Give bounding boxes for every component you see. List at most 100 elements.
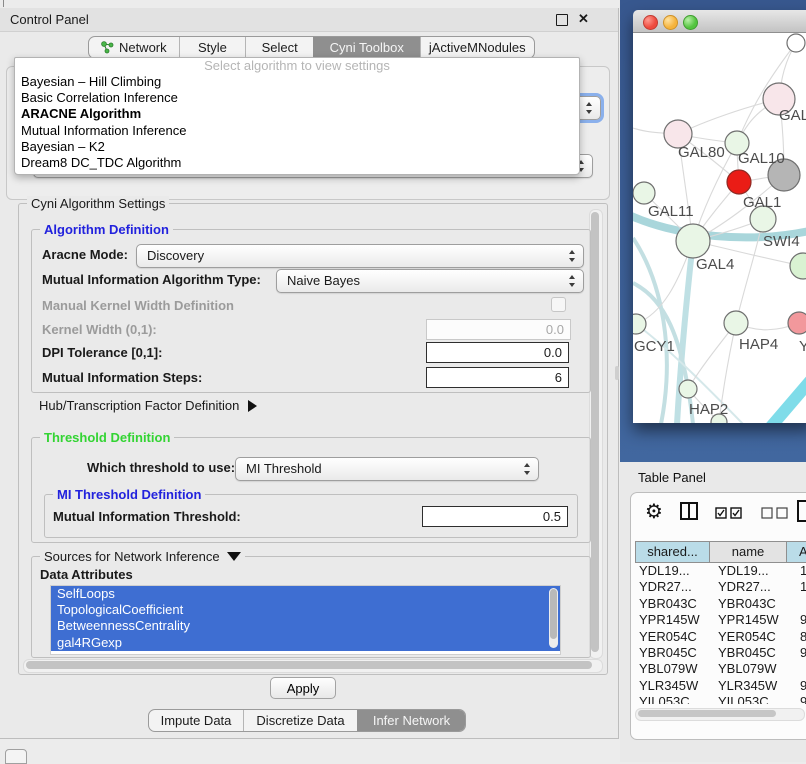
scrollbar-thumb[interactable] <box>638 710 776 717</box>
select-all-columns-icon[interactable] <box>715 507 743 519</box>
network-view[interactable]: GAL GAL80 GAL10 GAL11 GAL1 SWI4 GAL4 GCY… <box>633 33 806 423</box>
combo-arrows-icon <box>568 250 577 262</box>
mi-type-label: Mutual Information Algorithm Type: <box>42 272 261 287</box>
scrollbar-thumb[interactable] <box>550 589 557 639</box>
tab-label: Cyni Toolbox <box>330 40 404 55</box>
combo-arrows-icon <box>523 463 532 475</box>
panel-divider-handle[interactable] <box>615 366 619 380</box>
attribute-item-selected[interactable]: SelfLoops <box>51 586 560 602</box>
table-row[interactable]: YER054CYER054C8. <box>635 629 806 645</box>
mi-steps-field[interactable]: 6 <box>426 367 569 388</box>
algorithm-definition-group: Algorithm Definition Aracne Mode: Discov… <box>31 229 591 393</box>
aracne-mode-label: Aracne Mode: <box>42 247 128 262</box>
kernel-width-label: Kernel Width (0,1): <box>42 322 157 337</box>
node-label: GCY1 <box>634 338 675 355</box>
attribute-item-selected[interactable]: gal4RGexp <box>51 635 560 651</box>
dpi-tolerance-field[interactable]: 0.0 <box>426 342 569 363</box>
table-row[interactable]: YDL19...YDL19...13 <box>635 563 806 579</box>
column-header-shared-name[interactable]: shared... <box>635 541 710 563</box>
kernel-width-field[interactable]: 0.0 <box>426 319 571 340</box>
table-row[interactable]: YBR045CYBR045C9. <box>635 645 806 661</box>
algorithm-option[interactable]: Basic Correlation Inference <box>15 90 579 106</box>
close-panel-icon[interactable]: ✕ <box>578 11 589 27</box>
node-label: GAL10 <box>738 150 785 167</box>
node-label: GAL4 <box>696 256 734 273</box>
tab-network[interactable]: Network <box>89 37 179 58</box>
column-header-name[interactable]: name <box>709 541 787 563</box>
mi-algorithm-type-combo[interactable]: Naive Bayes <box>276 269 584 293</box>
node-table: ⚙ shared... name A <box>630 492 806 740</box>
bottom-tabs: Impute Data Discretize Data Infer Networ… <box>148 709 466 732</box>
node-label: GAL1 <box>743 194 781 211</box>
table-row[interactable]: YLR345WYLR345W9. <box>635 678 806 694</box>
which-threshold-label: Which threshold to use: <box>87 460 235 475</box>
group-title: Algorithm Definition <box>40 222 173 237</box>
tab-select[interactable]: Select <box>245 37 313 58</box>
list-vertical-scrollbar[interactable] <box>549 588 558 648</box>
table-row[interactable]: YDR27...YDR27...12 <box>635 579 806 595</box>
table-body[interactable]: YDL19...YDL19...13 YDR27...YDR27...12 YB… <box>635 563 806 704</box>
sources-expander[interactable]: Sources for Network Inference <box>40 549 245 564</box>
hub-definition-expander[interactable]: Hub/Transcription Factor Definition <box>39 398 257 413</box>
minimize-window-icon[interactable] <box>663 15 678 30</box>
scrollbar-thumb[interactable] <box>26 661 592 669</box>
zoom-window-icon[interactable] <box>683 15 698 30</box>
mi-threshold-label: Mutual Information Threshold: <box>53 509 241 524</box>
close-window-icon[interactable] <box>643 15 658 30</box>
table-row[interactable]: YBL079WYBL079W <box>635 661 806 677</box>
tab-discretize-data[interactable]: Discretize Data <box>243 710 357 731</box>
settings-vertical-scrollbar[interactable] <box>589 209 603 659</box>
table-row[interactable]: YBR043CYBR043C <box>635 596 806 612</box>
algorithm-option[interactable]: Dream8 DC_TDC Algorithm <box>15 155 579 171</box>
deselect-all-columns-icon[interactable] <box>761 507 789 519</box>
tab-infer-network[interactable]: Infer Network <box>357 710 465 731</box>
tab-cyni-toolbox[interactable]: Cyni Toolbox <box>313 37 420 58</box>
attribute-item-selected[interactable]: TopologicalCoefficient <box>51 602 560 618</box>
which-threshold-combo[interactable]: MI Threshold <box>235 457 539 481</box>
tab-label: Impute Data <box>161 713 232 728</box>
algorithm-option[interactable]: Mutual Information Inference <box>15 123 579 139</box>
combo-value: Naive Bayes <box>287 273 360 288</box>
apply-button[interactable]: Apply <box>270 677 336 699</box>
tab-label: jActiveMNodules <box>429 40 526 55</box>
hub-definition-label: Hub/Transcription Factor Definition <box>39 398 239 413</box>
algorithm-dropdown-list: Select algorithm to view settings Bayesi… <box>14 57 580 175</box>
tab-label: Style <box>198 40 227 55</box>
table-row[interactable]: YPR145WYPR145W9. <box>635 612 806 628</box>
node-label: HAP2 <box>689 401 728 418</box>
manual-kernel-checkbox[interactable] <box>551 297 566 312</box>
mi-threshold-field[interactable]: 0.5 <box>422 506 568 527</box>
tab-style[interactable]: Style <box>179 37 246 58</box>
node-label: GAL80 <box>678 144 725 161</box>
scrollbar-thumb[interactable] <box>591 212 599 652</box>
table-horizontal-scrollbar[interactable] <box>635 708 805 721</box>
dpi-tolerance-label: DPI Tolerance [0,1]: <box>42 345 162 360</box>
node-label: HAP4 <box>739 336 778 353</box>
gear-icon[interactable]: ⚙ <box>645 501 663 521</box>
control-panel: Control Panel ✕ Network Style Select Cyn… <box>0 8 619 739</box>
table-row[interactable]: YIL053CYIL053C9. <box>635 694 806 704</box>
panel-title: Control Panel <box>10 12 89 27</box>
float-window-icon[interactable] <box>556 14 568 26</box>
threshold-definition-group: Threshold Definition Which threshold to … <box>31 437 591 543</box>
data-attributes-list[interactable]: SelfLoops TopologicalCoefficient Between… <box>50 585 561 655</box>
algorithm-option[interactable]: Bayesian – K2 <box>15 139 579 155</box>
settings-horizontal-scrollbar[interactable] <box>23 659 603 673</box>
column-header-partial[interactable]: A <box>786 541 806 563</box>
tab-label: Discretize Data <box>256 713 344 728</box>
attribute-item-selected[interactable]: BetweennessCentrality <box>51 618 560 634</box>
expand-right-icon <box>248 400 257 412</box>
network-icon <box>101 41 114 54</box>
combo-arrows-icon <box>585 102 594 114</box>
split-columns-icon[interactable] <box>679 501 699 521</box>
export-table-icon[interactable] <box>795 499 806 523</box>
group-title: Cyni Algorithm Settings <box>27 196 169 211</box>
algorithm-option[interactable]: Bayesian – Hill Climbing <box>15 74 579 90</box>
aracne-mode-combo[interactable]: Discovery <box>136 244 584 268</box>
algorithm-option-selected[interactable]: ARACNE Algorithm <box>15 106 579 122</box>
network-window-titlebar[interactable] <box>633 10 806 33</box>
tab-label: Network <box>119 40 167 55</box>
tab-jactivemnodules[interactable]: jActiveMNodules <box>420 37 534 58</box>
cyni-algorithm-settings-group: Cyni Algorithm Settings Algorithm Defini… <box>18 203 608 675</box>
tab-impute-data[interactable]: Impute Data <box>149 710 243 731</box>
